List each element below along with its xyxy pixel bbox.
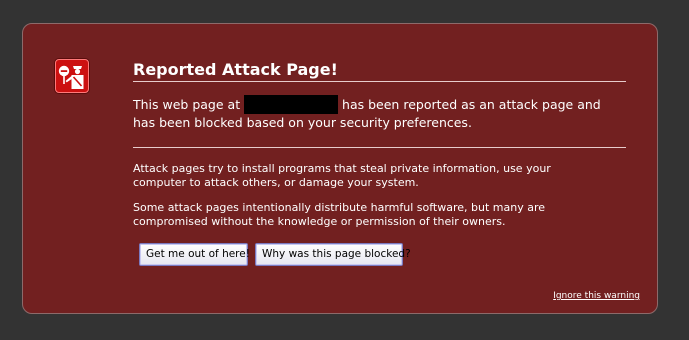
intro-text-before: This web page at xyxy=(133,97,245,112)
explanation-paragraph-1: Attack pages try to install programs tha… xyxy=(133,162,551,189)
why-blocked-button[interactable]: Why was this page blocked? xyxy=(255,243,411,266)
warning-content: Reported Attack Page! This web page at h… xyxy=(133,59,626,267)
get-me-out-button[interactable]: Get me out of here! xyxy=(139,243,250,266)
action-buttons: Get me out of here! Why was this page blo… xyxy=(133,243,626,267)
explanation-paragraph-2: Some attack pages intentionally distribu… xyxy=(133,201,545,228)
warning-title: Reported Attack Page! xyxy=(133,60,338,79)
attack-warning-panel: Reported Attack Page! This web page at h… xyxy=(22,23,658,314)
security-officer-icon xyxy=(55,59,89,93)
warning-intro: This web page at has been reported as an… xyxy=(133,95,626,131)
title-divider xyxy=(133,81,626,82)
redacted-url xyxy=(244,95,339,114)
section-divider xyxy=(133,147,626,148)
ignore-warning-link[interactable]: Ignore this warning xyxy=(553,291,640,301)
